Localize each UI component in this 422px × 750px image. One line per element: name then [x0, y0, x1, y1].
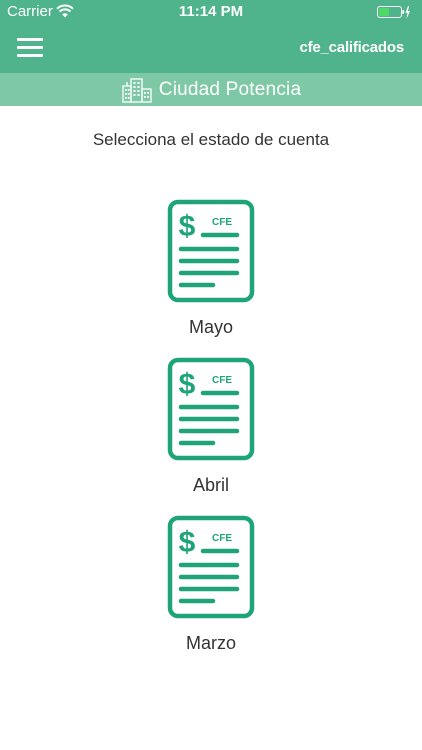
- dollar-sign: $: [179, 210, 196, 243]
- bill-document-icon: $ CFE: [167, 515, 255, 619]
- cfe-label: CFE: [212, 533, 232, 544]
- cfe-label: CFE: [212, 217, 232, 228]
- month-label: Abril: [192, 475, 229, 495]
- battery-charging-icon: [377, 6, 410, 19]
- brand-name: Ciudad Potencia: [158, 79, 302, 100]
- statement-item-mayo[interactable]: $ CFE Mayo: [161, 199, 261, 339]
- dollar-sign: $: [179, 368, 196, 401]
- brand-bar: Ciudad Potencia: [0, 73, 422, 106]
- username-label: cfe_calificados: [299, 39, 404, 56]
- clock: 11:14 PM: [178, 3, 244, 20]
- brand: Ciudad Potencia: [0, 77, 422, 103]
- cfe-label: CFE: [212, 375, 232, 386]
- menu-button[interactable]: [14, 35, 48, 61]
- hamburger-menu-icon: [17, 38, 43, 41]
- month-label: Mayo: [188, 317, 233, 337]
- navigation-bar: cfe_calificados: [0, 25, 422, 73]
- bill-document-icon: $ CFE: [167, 357, 255, 461]
- dollar-sign: $: [179, 526, 196, 559]
- city-buildings-icon: [122, 78, 152, 103]
- statement-item-abril[interactable]: $ CFE Abril: [161, 357, 261, 497]
- status-bar: Carrier 11:14 PM: [0, 0, 422, 25]
- statement-item-marzo[interactable]: $ CFE Marzo: [161, 515, 261, 655]
- month-label: Marzo: [185, 633, 236, 653]
- instruction-text: Selecciona el estado de cuenta: [92, 130, 330, 149]
- bill-document-icon: $ CFE: [167, 199, 255, 303]
